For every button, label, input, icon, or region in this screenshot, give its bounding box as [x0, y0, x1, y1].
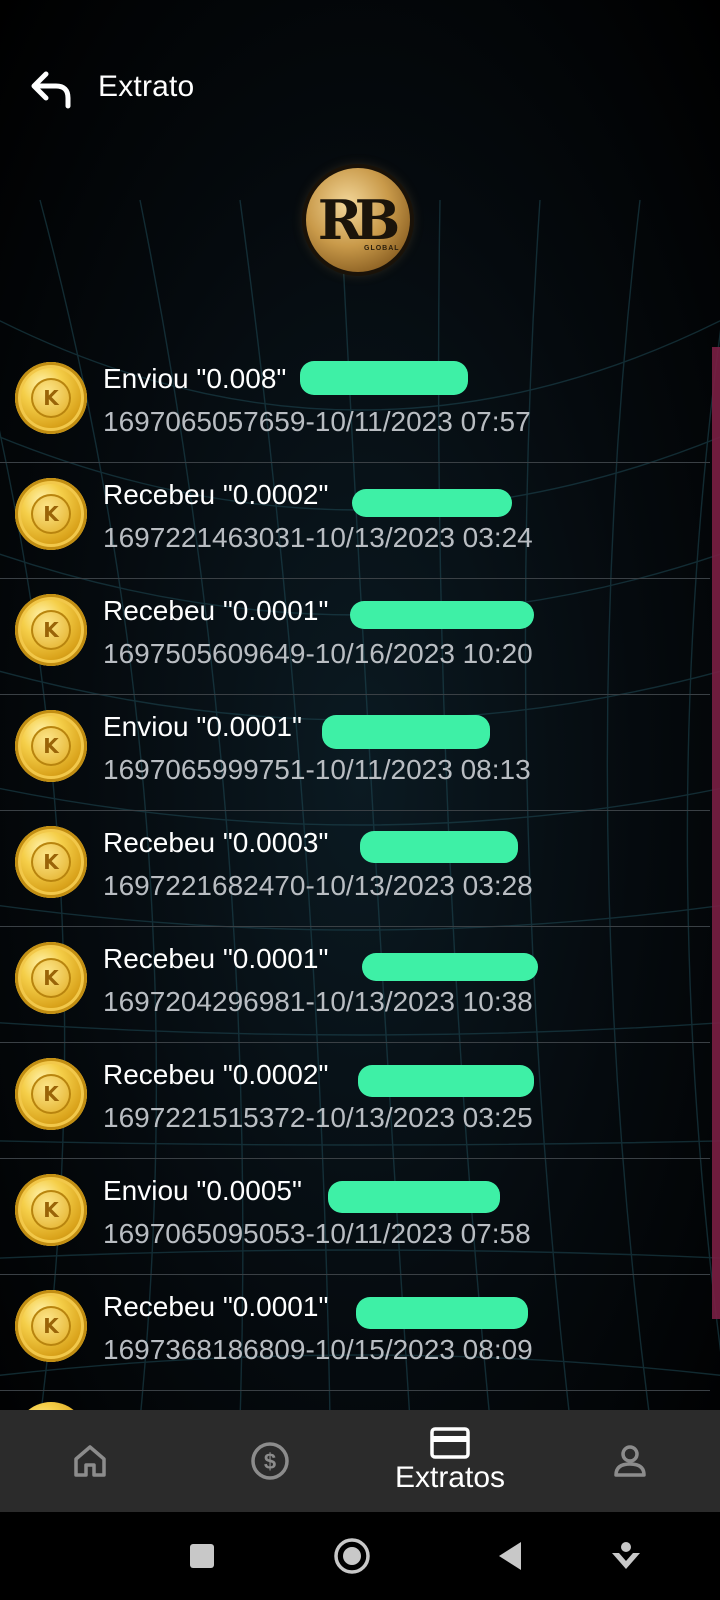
- logo-mark: RB: [317, 188, 400, 252]
- redaction-mark: [356, 1297, 528, 1329]
- app-bar: Extrato: [0, 50, 720, 130]
- transaction-description: Recebeu "0.0002": [103, 479, 329, 510]
- bottom-navigation: $ Extratos: [0, 1410, 720, 1512]
- transaction-meta: 1697065999751-10/11/2023 08:13: [103, 754, 531, 785]
- transaction-meta: 1697221463031-10/13/2023 03:24: [103, 522, 533, 553]
- coin-icon: K: [15, 362, 87, 434]
- coin-icon: [15, 1402, 87, 1410]
- redaction-mark: [300, 361, 468, 395]
- page-title: Extrato: [98, 70, 195, 103]
- card-icon: [430, 1427, 470, 1459]
- list-item[interactable]: K Recebeu "0.0002" 1697221515372-10/13/2…: [0, 1043, 710, 1159]
- coin-icon: K: [15, 478, 87, 550]
- transaction-description: Enviou "0.0001": [103, 711, 302, 742]
- transaction-meta: 1697204296981-10/13/2023 10:38: [103, 986, 533, 1017]
- list-item[interactable]: K Recebeu "0.0001" 1697505609649-10/16/2…: [0, 579, 710, 695]
- coin-icon: K: [15, 826, 87, 898]
- nav-extratos[interactable]: Extratos: [360, 1410, 540, 1512]
- brand-logo: RB GLOBAL: [306, 168, 410, 272]
- square-icon: [190, 1544, 214, 1568]
- transaction-description: Enviou "0.008": [103, 363, 287, 394]
- nav-wallet[interactable]: $: [180, 1410, 360, 1512]
- list-item[interactable]: K Enviou "0.0001" 1697065999751-10/11/20…: [0, 695, 710, 811]
- transaction-description: Enviou "0.0005": [103, 1175, 302, 1206]
- coin-icon: K: [15, 1174, 87, 1246]
- transaction-list: K Enviou "0.008" 1697065057659-10/11/202…: [0, 347, 710, 1410]
- transaction-description: Recebeu "0.0003": [103, 827, 329, 858]
- coin-icon: K: [15, 594, 87, 666]
- transaction-meta: 1697368186809-10/15/2023 08:09: [103, 1334, 533, 1365]
- circle-icon: [334, 1538, 370, 1574]
- transaction-meta: 1697505609649-10/16/2023 10:20: [103, 638, 533, 669]
- assistant-button[interactable]: [604, 1534, 648, 1578]
- recent-apps-button[interactable]: [180, 1534, 224, 1578]
- redaction-mark: [362, 953, 538, 981]
- list-item[interactable]: K Recebeu "0.0003" 1697221682470-10/13/2…: [0, 811, 710, 927]
- redaction-mark: [328, 1181, 500, 1213]
- triangle-back-icon: [499, 1542, 521, 1570]
- svg-text:$: $: [264, 1449, 276, 1474]
- transaction-meta: 1697065095053-10/11/2023 07:58: [103, 1218, 531, 1249]
- list-item[interactable]: K Recebeu "0.0001" 1697368186809-10/15/2…: [0, 1275, 710, 1391]
- list-item[interactable]: K Enviou "0.008" 1697065057659-10/11/202…: [0, 347, 710, 463]
- home-system-button[interactable]: [330, 1534, 374, 1578]
- dollar-circle-icon: $: [251, 1442, 289, 1480]
- nav-home[interactable]: [0, 1410, 180, 1512]
- coin-icon: K: [15, 1290, 87, 1362]
- coin-icon: K: [15, 1058, 87, 1130]
- back-button[interactable]: [26, 64, 78, 116]
- redaction-mark: [352, 489, 512, 517]
- transaction-description: Recebeu "0.0001": [103, 595, 329, 626]
- transaction-meta: 1697221682470-10/13/2023 03:28: [103, 870, 533, 901]
- coin-icon: K: [15, 942, 87, 1014]
- nav-profile[interactable]: [540, 1410, 720, 1512]
- coin-icon: K: [15, 710, 87, 782]
- transaction-meta: 1697221515372-10/13/2023 03:25: [103, 1102, 533, 1133]
- logo-subtitle: GLOBAL: [364, 245, 400, 252]
- transaction-description: Recebeu "0.0002": [103, 1059, 329, 1090]
- back-system-button[interactable]: [488, 1534, 532, 1578]
- list-item[interactable]: K Enviou "0.0005" 1697065095053-10/11/20…: [0, 1159, 710, 1275]
- transaction-meta: 1697065057659-10/11/2023 07:57: [103, 406, 531, 437]
- scrollbar[interactable]: [712, 347, 720, 1319]
- redaction-mark: [358, 1065, 534, 1097]
- list-item[interactable]: K Recebeu "0.0002" 1697221463031-10/13/2…: [0, 463, 710, 579]
- home-icon: [74, 1445, 106, 1477]
- user-icon: [614, 1445, 646, 1477]
- transaction-description: Recebeu "0.0001": [103, 943, 329, 974]
- system-navigation-bar: [0, 1512, 720, 1600]
- redaction-mark: [360, 831, 518, 863]
- transaction-description: Recebeu "0.0001": [103, 1291, 329, 1322]
- list-item[interactable]: K Recebeu "0.0001" 1697204296981-10/13/2…: [0, 927, 710, 1043]
- redaction-mark: [350, 601, 534, 629]
- redaction-mark: [322, 715, 490, 749]
- assistant-icon: [612, 1542, 640, 1569]
- back-arrow-icon: [31, 71, 71, 109]
- nav-extratos-label: Extratos: [394, 1461, 506, 1494]
